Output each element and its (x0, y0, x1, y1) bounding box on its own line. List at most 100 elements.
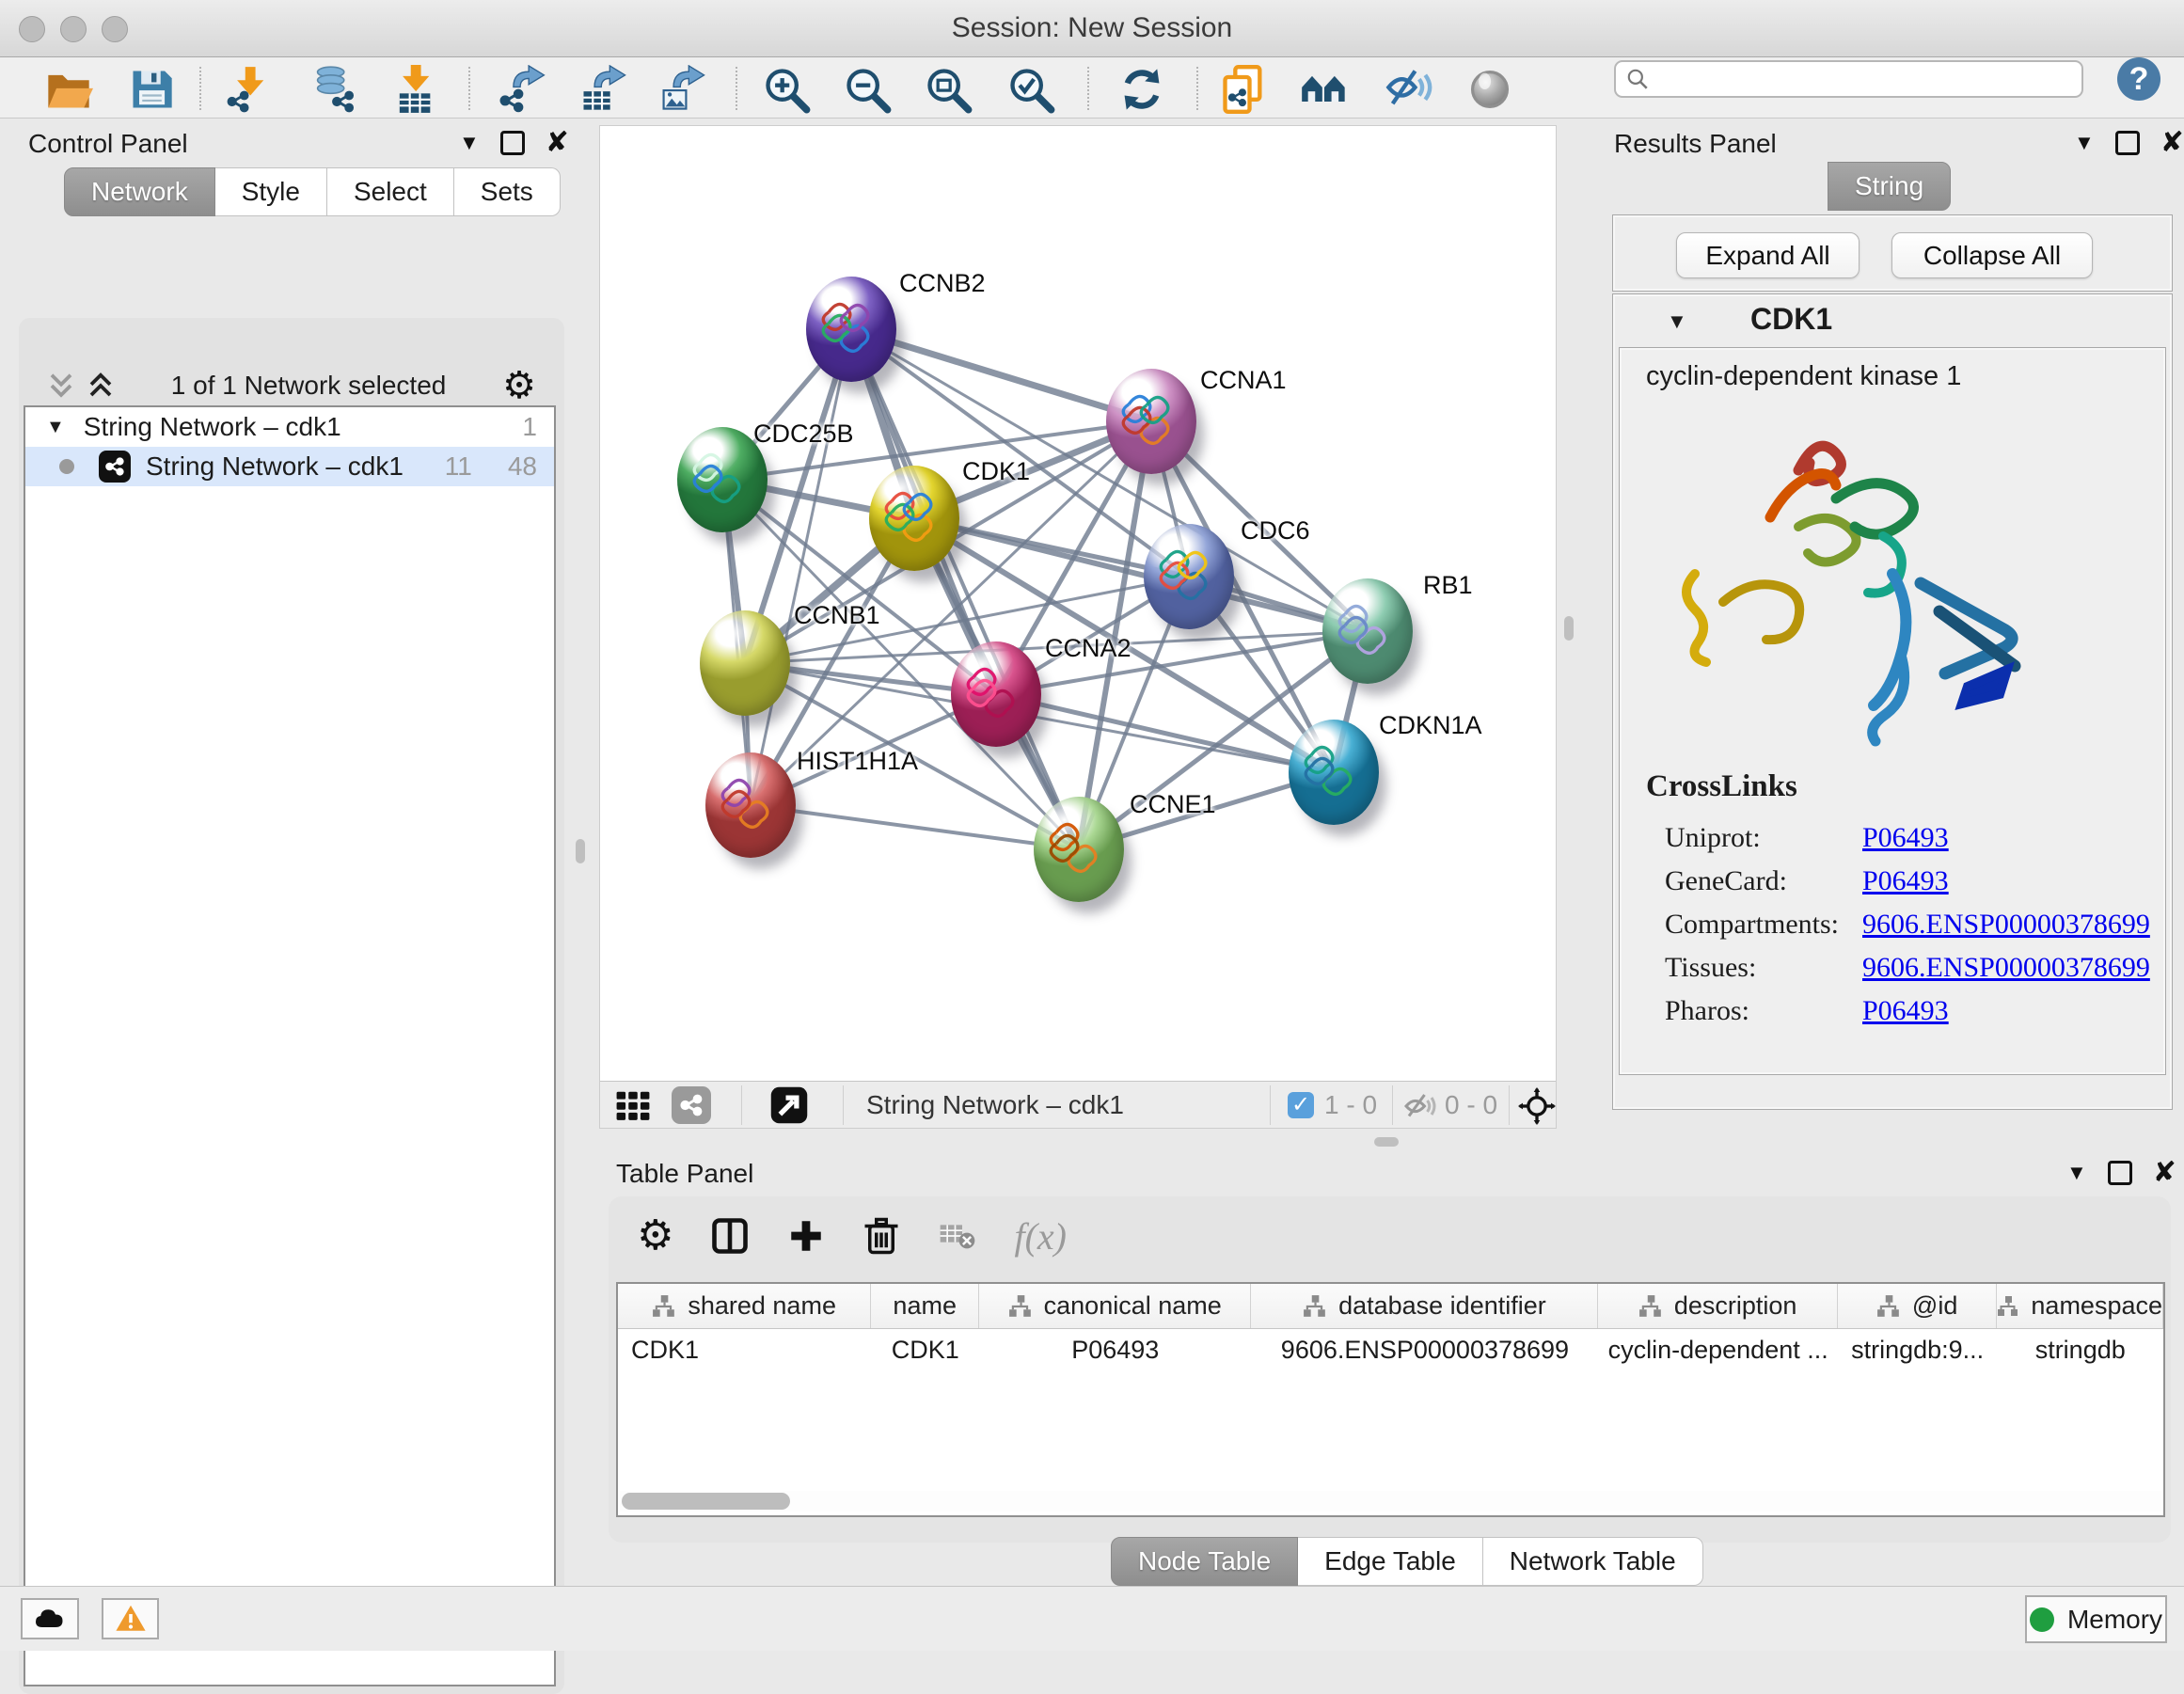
results-panel-close-icon[interactable]: ✘ (2160, 134, 2184, 152)
column-type-icon (1876, 1294, 1901, 1319)
memory-button[interactable]: Memory (2025, 1595, 2167, 1643)
network-collection-row[interactable]: ▼ String Network – cdk1 1 (25, 407, 554, 447)
tab-network-table[interactable]: Network Table (1483, 1537, 1703, 1586)
import-network-icon[interactable] (222, 63, 275, 116)
apply-layout-icon[interactable] (1116, 63, 1168, 116)
column-header-canonical-name[interactable]: canonical name (979, 1284, 1251, 1328)
control-panel-float-icon[interactable] (500, 131, 525, 155)
detach-view-icon[interactable] (769, 1085, 809, 1125)
table-cell[interactable]: CDK1 (618, 1329, 871, 1370)
gene-collapse-icon[interactable]: ▼ (1667, 309, 1687, 334)
warnings-button[interactable] (102, 1598, 159, 1639)
save-session-icon[interactable] (125, 63, 178, 116)
hide-selected-icon[interactable] (1383, 63, 1435, 116)
node-CCNB1[interactable] (700, 610, 790, 716)
export-table-icon[interactable] (576, 63, 628, 116)
table-cell[interactable]: stringdb:9... (1838, 1329, 1998, 1370)
help-icon[interactable]: ? (2117, 57, 2160, 101)
expand-all-button[interactable]: Expand All (1676, 232, 1860, 278)
crosslink-link[interactable]: P06493 (1862, 865, 1949, 897)
tab-style[interactable]: Style (215, 167, 327, 216)
show-columns-icon[interactable] (709, 1215, 751, 1257)
table-cell[interactable]: cyclin-dependent ... (1598, 1329, 1837, 1370)
node-CDK1[interactable] (869, 466, 959, 571)
open-session-icon[interactable] (42, 63, 95, 116)
node-RB1[interactable] (1322, 578, 1413, 684)
column-header--id[interactable]: @id (1838, 1284, 1998, 1328)
edge-CCNB2-CCNA1[interactable] (851, 329, 1151, 421)
create-column-icon[interactable] (786, 1216, 826, 1256)
table-row[interactable]: CDK1CDK1P064939606.ENSP00000378699cyclin… (618, 1329, 2163, 1370)
table-panel-close-icon[interactable]: ✘ (2153, 1164, 2176, 1182)
first-neighbors-icon[interactable] (1298, 63, 1351, 116)
node-CDC6[interactable] (1144, 524, 1234, 629)
table-horizontal-scrollbar[interactable] (620, 1491, 2161, 1512)
clone-network-icon[interactable] (1217, 63, 1270, 116)
expand-all-networks-icon[interactable] (87, 372, 115, 400)
results-panel-collapse-icon[interactable]: ▼ (2074, 131, 2095, 155)
zoom-selected-icon[interactable] (1005, 63, 1057, 116)
crosslink-row: GeneCard:P06493 (1665, 860, 2154, 903)
table-cell[interactable]: 9606.ENSP00000378699 (1251, 1329, 1598, 1370)
column-header-shared-name[interactable]: shared name (618, 1284, 871, 1328)
export-image-icon[interactable] (655, 63, 707, 116)
column-header-database-identifier[interactable]: database identifier (1251, 1284, 1598, 1328)
collapse-all-button[interactable]: Collapse All (1891, 232, 2093, 278)
node-CCNA1[interactable] (1106, 369, 1196, 474)
tab-edge-table[interactable]: Edge Table (1298, 1537, 1483, 1586)
crosslink-link[interactable]: P06493 (1862, 822, 1949, 854)
scrollbar-thumb[interactable] (622, 1493, 790, 1510)
table-cell[interactable]: CDK1 (871, 1329, 979, 1370)
bottom-splitter-handle[interactable] (1374, 1137, 1399, 1147)
edge-layer (600, 126, 1556, 1081)
node-CCNB2[interactable] (806, 277, 896, 382)
collapse-all-networks-icon[interactable] (47, 372, 75, 400)
network-view[interactable]: CCNB2CCNA1CDC25BCDK1CDC6RB1CCNB1CCNA2CDK… (599, 125, 1557, 1129)
selected-checkbox-icon[interactable]: ✓ (1288, 1092, 1314, 1118)
table-cell[interactable]: P06493 (979, 1329, 1251, 1370)
network-graph[interactable]: CCNB2CCNA1CDC25BCDK1CDC6RB1CCNB1CCNA2CDK… (600, 126, 1556, 1081)
export-network-icon[interactable] (497, 63, 549, 116)
string-view-icon[interactable] (672, 1086, 711, 1124)
import-network-database-icon[interactable] (309, 63, 361, 116)
results-panel-float-icon[interactable] (2115, 131, 2140, 155)
node-CCNE1[interactable] (1034, 797, 1124, 902)
column-header-description[interactable]: description (1598, 1284, 1837, 1328)
cloud-button[interactable] (21, 1598, 79, 1639)
import-table-icon[interactable] (388, 63, 440, 116)
tab-string[interactable]: String (1828, 162, 1951, 211)
column-header-namespace[interactable]: namespace (1997, 1284, 2163, 1328)
table-panel-collapse-icon[interactable]: ▼ (2066, 1161, 2087, 1185)
node-CDKN1A[interactable] (1289, 720, 1379, 825)
zoom-in-icon[interactable] (760, 63, 813, 116)
column-type-icon (1008, 1294, 1033, 1319)
table-cell[interactable]: stringdb (1997, 1329, 2163, 1370)
zoom-fit-icon[interactable] (922, 63, 974, 116)
zoom-out-icon[interactable] (841, 63, 894, 116)
left-splitter-handle[interactable] (576, 839, 585, 863)
tab-sets[interactable]: Sets (454, 167, 561, 216)
crosslink-link[interactable]: 9606.ENSP00000378699 (1862, 952, 2150, 984)
node-HIST1H1A[interactable] (705, 752, 796, 858)
grid-view-icon[interactable] (612, 1087, 654, 1123)
tab-network[interactable]: Network (64, 167, 215, 216)
graphics-details-icon[interactable] (1464, 63, 1516, 116)
node-CCNA2[interactable] (951, 641, 1041, 747)
table-options-gear-icon[interactable]: ⚙ (637, 1217, 673, 1255)
network-row[interactable]: String Network – cdk1 11 48 (25, 447, 554, 486)
search-input[interactable] (1650, 64, 2049, 95)
table-panel-float-icon[interactable] (2108, 1161, 2132, 1185)
crosslink-link[interactable]: P06493 (1862, 995, 1949, 1027)
tab-select[interactable]: Select (327, 167, 454, 216)
tab-node-table[interactable]: Node Table (1111, 1537, 1298, 1586)
fit-selected-crosshair-icon[interactable] (1518, 1087, 1556, 1125)
edge-HIST1H1A-CCNE1[interactable] (751, 805, 1079, 849)
network-options-gear-icon[interactable]: ⚙ (502, 367, 536, 404)
tree-expand-icon[interactable]: ▼ (46, 417, 65, 438)
delete-columns-icon[interactable] (862, 1216, 901, 1256)
column-header-name[interactable]: name (871, 1284, 979, 1328)
right-splitter-handle[interactable] (1564, 616, 1574, 641)
crosslink-link[interactable]: 9606.ENSP00000378699 (1862, 909, 2150, 941)
control-panel-close-icon[interactable]: ✘ (546, 134, 569, 152)
control-panel-collapse-icon[interactable]: ▼ (459, 131, 480, 155)
